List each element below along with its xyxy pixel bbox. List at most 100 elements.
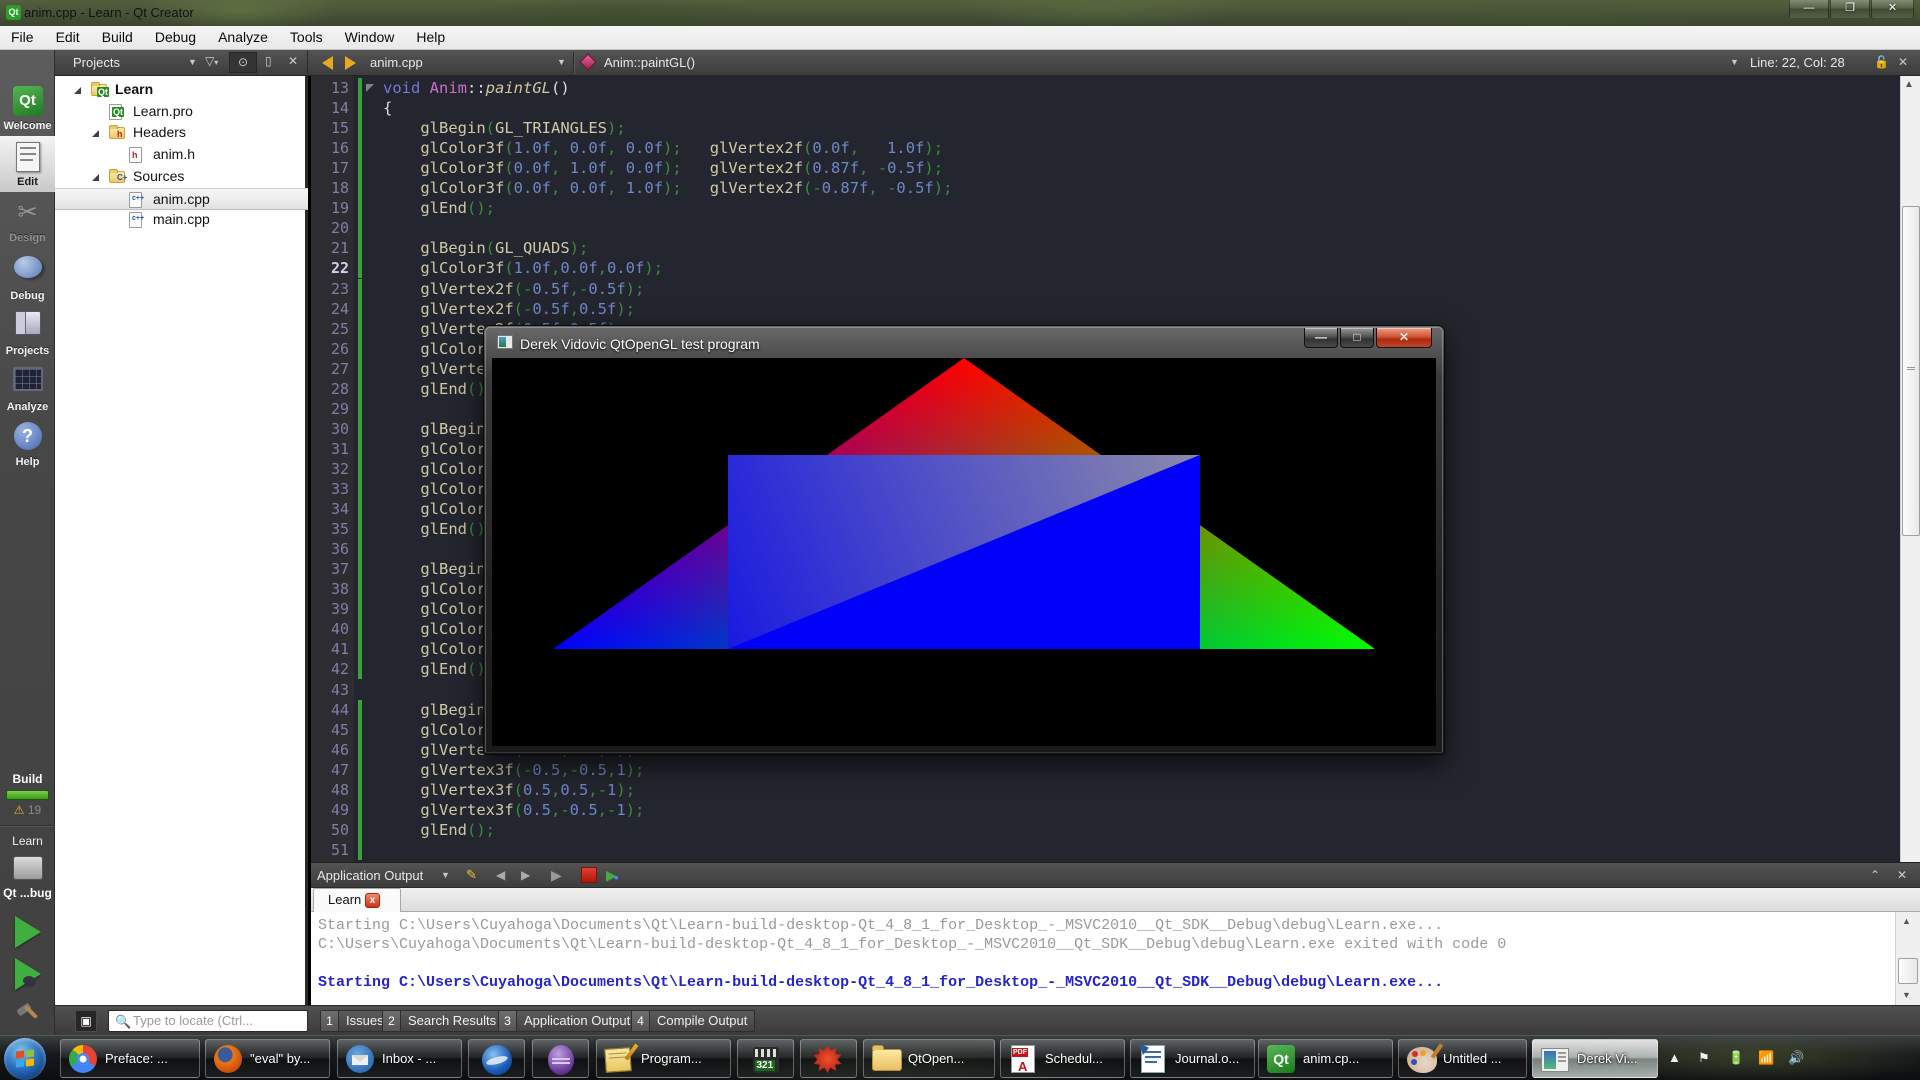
run-button[interactable]: [15, 916, 41, 948]
mode-edit[interactable]: Edit: [0, 136, 55, 192]
taskbar-derek[interactable]: Derek Vi...: [1532, 1039, 1658, 1078]
scroll-up-icon[interactable]: ▲: [1904, 79, 1914, 90]
expander-icon[interactable]: [74, 87, 81, 94]
document-dropdown-icon[interactable]: ▼: [557, 57, 566, 67]
menu-build[interactable]: Build: [91, 26, 144, 50]
warning-icon[interactable]: ⚠: [14, 803, 25, 817]
mode-help[interactable]: ?Help: [0, 416, 55, 472]
projects-dropdown-icon[interactable]: ▼: [188, 57, 197, 67]
forward-icon[interactable]: [345, 56, 356, 70]
window-minimize-button[interactable]: —: [1789, 0, 1829, 19]
symbol-name[interactable]: Anim::paintGL(): [604, 55, 695, 70]
tree-item-sources[interactable]: C+Sources: [55, 166, 308, 188]
back-icon[interactable]: [322, 56, 333, 70]
tree-item-anim-h[interactable]: hanim.h: [55, 144, 308, 166]
line-number: 49: [311, 800, 349, 820]
gl-close-button[interactable]: ✕: [1376, 328, 1432, 348]
mode-debug[interactable]: Debug: [0, 248, 55, 304]
lock-icon[interactable]: 🔓: [1874, 55, 1889, 69]
taskbar-qtcreator[interactable]: Qtanim.cp...: [1258, 1039, 1393, 1078]
tree-item-headers[interactable]: hHeaders: [55, 122, 308, 144]
opengl-window[interactable]: Derek Vidovic QtOpenGL test program — □ …: [484, 326, 1444, 754]
taskbar-label: QtOpen...: [908, 1051, 964, 1066]
gl-minimize-button[interactable]: —: [1304, 328, 1338, 348]
rerun-icon[interactable]: ▶: [551, 867, 562, 884]
next-item-icon[interactable]: ▶: [521, 868, 530, 882]
output-dropdown-icon[interactable]: ▼: [441, 870, 450, 880]
taskbar-purple[interactable]: [532, 1039, 589, 1078]
split-icon[interactable]: ▯: [265, 54, 272, 68]
taskbar-firefox[interactable]: "eval" by...: [205, 1039, 330, 1078]
taskbar-pdf[interactable]: PDFASchedul...: [1000, 1039, 1125, 1078]
tree-item-learn[interactable]: QtLearn: [55, 79, 308, 101]
taskbar-paint[interactable]: Untitled ...: [1398, 1039, 1527, 1078]
debug-run-button[interactable]: [15, 958, 41, 990]
filter-icon[interactable]: ▽▾: [205, 54, 218, 68]
kit-selector-icon[interactable]: [13, 856, 43, 880]
console-output[interactable]: Starting C:\Users\Cuyahoga\Documents\Qt\…: [311, 912, 1895, 1005]
expander-icon[interactable]: [92, 174, 99, 181]
volume-icon[interactable]: 🔊: [1788, 1050, 1804, 1066]
mode-welcome[interactable]: QtWelcome: [0, 80, 55, 136]
welcome-icon: Qt: [12, 86, 44, 118]
taskbar-thunderbird[interactable]: Inbox - ...: [337, 1039, 462, 1078]
taskbar-notepad[interactable]: Program...: [596, 1039, 731, 1078]
tree-item-main-cpp[interactable]: c++main.cpp: [55, 209, 308, 231]
taskbar-chrome[interactable]: Preface: ...: [60, 1039, 200, 1078]
menu-window[interactable]: Window: [334, 26, 406, 50]
expander-icon[interactable]: [92, 130, 99, 137]
taskbar-folder[interactable]: QtOpen...: [863, 1039, 995, 1078]
window-close-button[interactable]: ✕: [1871, 0, 1914, 19]
tree-item-anim-cpp[interactable]: c++anim.cpp: [55, 188, 308, 210]
editor-tab-filename[interactable]: anim.cpp: [370, 55, 423, 70]
taskbar-earth[interactable]: [468, 1039, 525, 1078]
mode-design[interactable]: ✂Design: [0, 192, 55, 248]
mode-projects[interactable]: Projects: [0, 304, 55, 360]
sync-with-editor-icon[interactable]: ⊙: [229, 52, 257, 73]
menu-file[interactable]: File: [0, 26, 45, 50]
gl-maximize-button[interactable]: □: [1340, 328, 1374, 348]
menu-analyze[interactable]: Analyze: [207, 26, 279, 50]
close-editor-icon[interactable]: ✕: [1898, 55, 1908, 69]
output-pane-button-application-output[interactable]: 3Application Output: [498, 1010, 638, 1032]
output-pane-button-compile-output[interactable]: 4Compile Output: [631, 1010, 755, 1032]
editor-scrollbar[interactable]: ▲: [1900, 76, 1920, 862]
tree-item-learn-pro[interactable]: QtLearn.pro: [55, 101, 308, 123]
menu-tools[interactable]: Tools: [279, 26, 334, 50]
editor-scrollbar-thumb[interactable]: [1902, 206, 1920, 536]
close-output-icon[interactable]: ✕: [1897, 868, 1907, 882]
qt-creator-logo-icon: Qt: [6, 5, 21, 20]
output-tab-learn[interactable]: Learn x: [313, 888, 401, 912]
power-icon[interactable]: 🔋: [1728, 1050, 1744, 1066]
start-button[interactable]: [4, 1038, 46, 1080]
line-number: 25: [311, 319, 349, 339]
network-icon[interactable]: 📶: [1758, 1050, 1774, 1066]
run-output-icon[interactable]: ▶●: [606, 867, 617, 884]
menu-debug[interactable]: Debug: [144, 26, 207, 50]
taskbar-label: Schedul...: [1045, 1051, 1103, 1066]
tray-expand-icon[interactable]: ▲: [1668, 1050, 1681, 1065]
locator-input[interactable]: 🔍 Type to locate (Ctrl...: [108, 1010, 308, 1032]
menu-edit[interactable]: Edit: [45, 26, 91, 50]
previous-item-icon[interactable]: ◀: [496, 868, 505, 882]
close-tab-icon[interactable]: x: [365, 893, 380, 908]
console-scrollbar[interactable]: ▲ ▼: [1895, 912, 1920, 1005]
window-maximize-button[interactable]: ❐: [1830, 0, 1870, 19]
output-pane-title[interactable]: Application Output: [317, 868, 423, 883]
menu-help[interactable]: Help: [405, 26, 456, 50]
close-pane-icon[interactable]: ✕: [288, 54, 298, 68]
filter-output-icon[interactable]: ✎: [466, 867, 477, 883]
taskbar-film[interactable]: 321: [737, 1039, 794, 1078]
stop-icon[interactable]: [581, 867, 597, 883]
output-pane-button-search-results[interactable]: 2Search Results: [382, 1010, 504, 1032]
taskbar-mathematica[interactable]: [800, 1039, 857, 1078]
build-button[interactable]: [15, 1002, 41, 1028]
sidebar-toggle-icon[interactable]: ▣: [75, 1010, 97, 1032]
action-center-icon[interactable]: ⚑: [1698, 1050, 1710, 1066]
editor-pane-dropdown-icon[interactable]: ▼: [1730, 57, 1739, 67]
taskbar-journal[interactable]: Journal.o...: [1130, 1039, 1255, 1078]
output-pane-button-issues[interactable]: 1Issues: [320, 1010, 392, 1032]
collapse-pane-icon[interactable]: ⌃: [1870, 868, 1880, 882]
line-number: 45: [311, 720, 349, 740]
mode-analyze[interactable]: Analyze: [0, 360, 55, 416]
